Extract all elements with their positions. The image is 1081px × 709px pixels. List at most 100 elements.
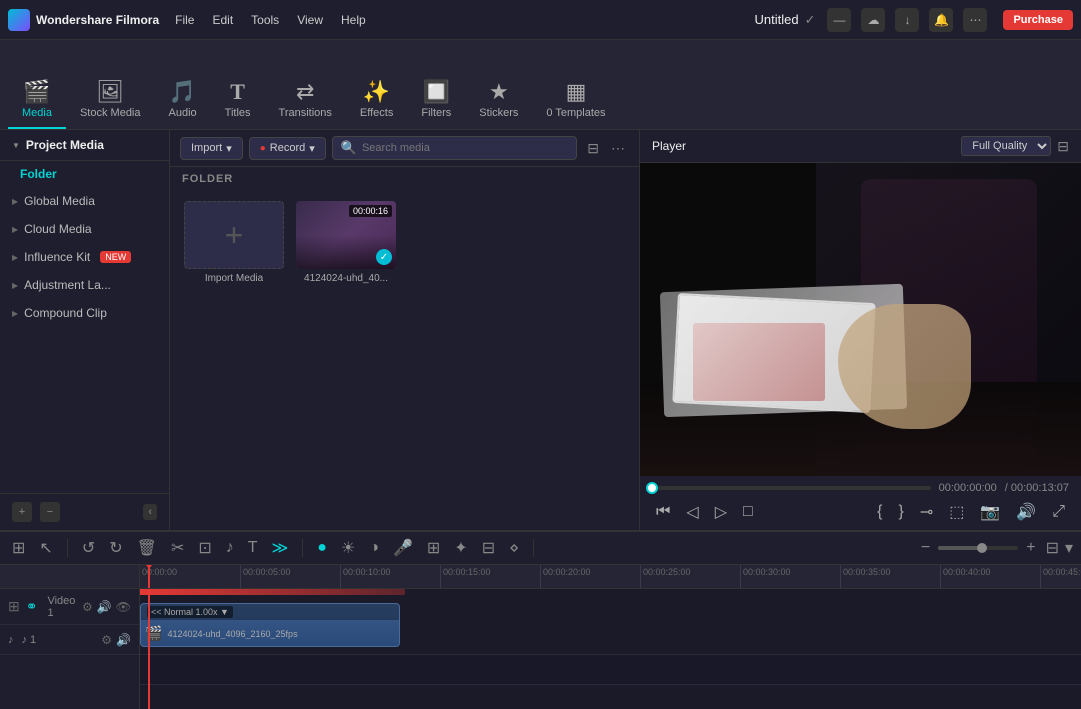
chevron-right-icon: ▶ xyxy=(12,197,18,206)
play-button[interactable]: ▷ xyxy=(711,500,731,524)
menu-edit[interactable]: Edit xyxy=(212,13,233,27)
menu-view[interactable]: View xyxy=(297,13,323,27)
track1-icons: ⚙ 🔊 👁 xyxy=(82,600,131,614)
sidebar-item-compound-clip[interactable]: ▶ Compound Clip xyxy=(0,299,169,327)
tab-media[interactable]: 🎬 Media xyxy=(8,41,66,129)
menu-tools[interactable]: Tools xyxy=(251,13,279,27)
audio-meter-button[interactable]: 🔊 xyxy=(1012,500,1040,524)
undo-button[interactable]: ↺ xyxy=(78,536,99,560)
scene-detect[interactable]: ⊞ xyxy=(423,536,444,560)
video-content xyxy=(640,163,1081,476)
zoom-slider[interactable] xyxy=(938,546,1018,550)
fullscreen-button[interactable]: ⤢ xyxy=(1048,501,1069,523)
voiceover-button[interactable]: 🎤 xyxy=(389,536,417,560)
apps-btn[interactable]: ⋯ xyxy=(963,8,987,32)
timeline-cursor-tool[interactable]: ⊞ xyxy=(8,536,29,560)
timeline-content: ⊞ ⚭ Video 1 ⚙ 🔊 👁 ♪ ♪ 1 ⚙ 🔊 xyxy=(0,565,1081,709)
import-label: Import xyxy=(191,142,222,154)
sidebar-item-global-media[interactable]: ▶ Global Media xyxy=(0,187,169,215)
audio-mute-icon[interactable]: 🔊 xyxy=(116,633,131,647)
track-lock-icon[interactable]: 👁 xyxy=(116,600,131,614)
collapse-panel-button[interactable]: ‹ xyxy=(143,504,157,520)
chevron-right-icon: ▶ xyxy=(12,309,18,318)
app-logo: Wondershare Filmora xyxy=(8,9,159,31)
screen-record-button[interactable]: ⬚ xyxy=(945,500,968,524)
grid-view-button[interactable]: ⊟ xyxy=(1046,538,1059,558)
mark-out-button[interactable]: } xyxy=(894,501,907,523)
record-button[interactable]: ● Record ▾ xyxy=(249,137,326,160)
stop-button[interactable]: □ xyxy=(739,501,757,523)
separator2 xyxy=(302,539,303,557)
ai-tools-button[interactable]: ● xyxy=(313,537,331,559)
smart-cutout[interactable]: ✦ xyxy=(450,536,471,560)
quality-select[interactable]: Full Quality xyxy=(961,136,1051,156)
sidebar-item-influence-kit[interactable]: ▶ Influence Kit NEW xyxy=(0,243,169,271)
purchase-button[interactable]: Purchase xyxy=(1003,10,1073,30)
sidebar-item-folder[interactable]: Folder xyxy=(0,161,169,187)
audio-track-1 xyxy=(140,655,1081,685)
tab-effects[interactable]: ✨ Effects xyxy=(346,41,407,129)
delete-folder-icon[interactable]: − xyxy=(40,502,60,522)
track-labels: ⊞ ⚭ Video 1 ⚙ 🔊 👁 ♪ ♪ 1 ⚙ 🔊 xyxy=(0,565,140,709)
search-input[interactable] xyxy=(362,142,568,154)
mark-in-button[interactable]: { xyxy=(873,501,886,523)
track-settings-icon[interactable]: ⚙ xyxy=(82,600,93,614)
link-track-button[interactable]: ⚭ xyxy=(26,598,38,615)
transitions-icon: ⇄ xyxy=(296,81,314,103)
menu-help[interactable]: Help xyxy=(341,13,366,27)
step-back-button[interactable]: ◁ xyxy=(682,500,702,524)
zoom-in-button[interactable]: + xyxy=(1022,537,1039,559)
redo-button[interactable]: ↻ xyxy=(105,536,126,560)
progress-track[interactable] xyxy=(652,486,931,490)
video-clip-1[interactable]: << Normal 1.00x ▼ 🎬 4124024-uhd_4096_216… xyxy=(140,603,400,647)
playhead-ruler xyxy=(148,565,150,588)
media-item-import[interactable]: + Import Media xyxy=(184,201,284,284)
minimize-btn[interactable]: — xyxy=(827,8,851,32)
more-tools-button[interactable]: ≫ xyxy=(268,536,293,560)
import-button[interactable]: Import ▾ xyxy=(180,137,243,160)
track-mute-icon[interactable]: 🔊 xyxy=(97,600,112,614)
crop-button[interactable]: ⊡ xyxy=(194,536,215,560)
audio-button[interactable]: ♪ xyxy=(222,537,238,559)
text-button[interactable]: T xyxy=(244,537,262,559)
notification-btn[interactable]: 🔔 xyxy=(929,8,953,32)
clip-trim-button[interactable]: ⊸ xyxy=(916,500,937,524)
skip-back-button[interactable]: ⏮ xyxy=(652,501,674,523)
media-item-video[interactable]: 00:00:16 ✓ 4124024-uhd_40... xyxy=(296,201,396,284)
stock-icon: 🖼 xyxy=(96,81,124,103)
tab-titles[interactable]: T Titles xyxy=(211,41,265,129)
add-track-button[interactable]: ⊞ xyxy=(8,598,20,615)
audio-settings-icon[interactable]: ⚙ xyxy=(101,633,112,647)
search-box: 🔍 xyxy=(332,136,578,160)
timeline-select-tool[interactable]: ↖ xyxy=(35,536,56,560)
more-options-icon[interactable]: ⋯ xyxy=(607,138,629,159)
mask-tool[interactable]: ◑ xyxy=(365,537,383,559)
color-tool-button[interactable]: ☀ xyxy=(337,536,359,560)
sidebar-item-adjustment-layer[interactable]: ▶ Adjustment La... xyxy=(0,271,169,299)
tab-stickers[interactable]: ★ Stickers xyxy=(465,41,532,129)
tab-filters[interactable]: 🔲 Filters xyxy=(407,41,465,129)
tab-templates[interactable]: ▦ 0 Templates xyxy=(532,41,619,129)
timeline-ruler-area: 00:00:00 00:00:05:00 00:00:10:00 00:00:1… xyxy=(140,565,1081,709)
cut-button[interactable]: ✂ xyxy=(167,536,188,560)
download-btn[interactable]: ↓ xyxy=(895,8,919,32)
preview-expand-button[interactable]: ⊟ xyxy=(1057,138,1069,155)
add-folder-icon[interactable]: + xyxy=(12,502,32,522)
top-bar: Wondershare Filmora File Edit Tools View… xyxy=(0,0,1081,40)
auto-sync[interactable]: ⊟ xyxy=(478,536,499,560)
sidebar-item-cloud-media[interactable]: ▶ Cloud Media xyxy=(0,215,169,243)
filter-icon[interactable]: ⊟ xyxy=(583,138,603,159)
snapshot-button[interactable]: 📷 xyxy=(976,500,1004,524)
zoom-out-button[interactable]: − xyxy=(917,537,934,559)
tab-audio[interactable]: 🎵 Audio xyxy=(155,41,211,129)
timeline-ruler[interactable]: 00:00:00 00:00:05:00 00:00:10:00 00:00:1… xyxy=(140,565,1081,589)
tab-stock-media[interactable]: 🖼 Stock Media xyxy=(66,41,155,129)
menu-file[interactable]: File xyxy=(175,13,194,27)
settings-button[interactable]: ▾ xyxy=(1065,538,1073,558)
keyframe-button[interactable]: ⋄ xyxy=(505,536,523,560)
tab-transitions[interactable]: ⇄ Transitions xyxy=(265,41,346,129)
left-panel-bottom: + − ‹ xyxy=(0,493,169,530)
delete-button[interactable]: 🗑 xyxy=(133,536,161,560)
preview-video xyxy=(640,163,1081,476)
cloud-btn[interactable]: ☁ xyxy=(861,8,885,32)
